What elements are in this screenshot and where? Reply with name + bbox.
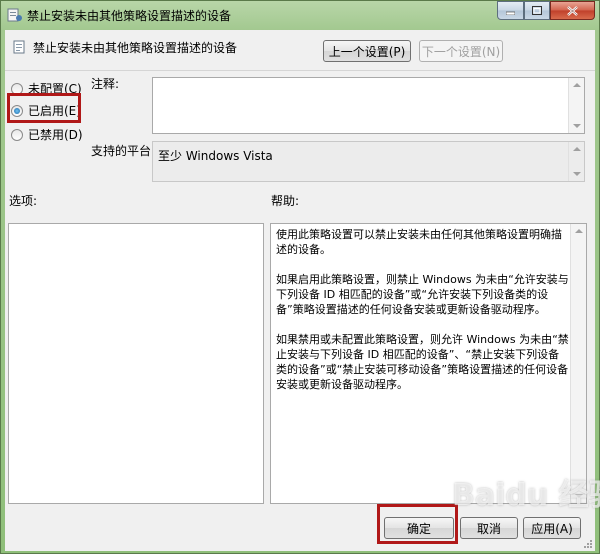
dialog-body: 禁止安装未由其他策略设置描述的设备 上一个设置(P) 下一个设置(N) 未配置(… <box>5 30 595 551</box>
window-title: 禁止安装未由其他策略设置描述的设备 <box>27 9 232 23</box>
options-label: 选项: <box>9 194 38 208</box>
help-text: 使用此策略设置可以禁止安装未由任何其他策略设置明确描述的设备。 如果启用此策略设… <box>276 227 570 407</box>
previous-setting-button[interactable]: 上一个设置(P) <box>323 40 411 62</box>
disabled-option[interactable]: 已禁用(D) <box>11 126 83 143</box>
title-bar[interactable]: 禁止安装未由其他策略设置描述的设备 <box>1 1 599 29</box>
close-icon <box>567 5 578 16</box>
resize-grip-icon[interactable] <box>583 539 593 549</box>
apply-button[interactable]: 应用(A) <box>523 517 581 539</box>
disabled-radio[interactable] <box>11 128 23 141</box>
maximize-button[interactable] <box>524 1 550 20</box>
scroll-up-icon[interactable] <box>575 229 583 233</box>
policy-title: 禁止安装未由其他策略设置描述的设备 <box>33 41 238 55</box>
supported-on-value: 至少 Windows Vista <box>158 149 273 163</box>
supported-scrollbar[interactable] <box>568 142 584 181</box>
help-label: 帮助: <box>271 194 300 208</box>
ok-highlight-box <box>377 504 458 544</box>
minimize-button[interactable] <box>497 1 524 20</box>
supported-on-field: 至少 Windows Vista <box>152 141 585 182</box>
enabled-highlight-box <box>7 93 81 123</box>
dialog-window: 禁止安装未由其他策略设置描述的设备 禁止安装未由其他策略设置描述的设备 上一个设… <box>0 0 600 554</box>
help-pane: 使用此策略设置可以禁止安装未由任何其他策略设置明确描述的设备。 如果启用此策略设… <box>270 223 587 504</box>
help-paragraph-2: 如果启用此策略设置，则禁止 Windows 为未由“允许安装与下列设备 ID 相… <box>276 273 569 316</box>
close-button[interactable] <box>550 1 595 20</box>
cancel-button[interactable]: 取消 <box>460 517 518 539</box>
options-pane <box>8 223 264 504</box>
next-setting-button[interactable]: 下一个设置(N) <box>419 40 503 62</box>
comment-scrollbar[interactable] <box>568 78 584 133</box>
scroll-down-icon[interactable] <box>573 124 581 128</box>
disabled-label: 已禁用(D) <box>28 128 83 142</box>
minimize-icon <box>506 11 515 15</box>
header-divider <box>5 70 595 71</box>
scroll-down-icon[interactable] <box>575 494 583 498</box>
comment-label: 注释: <box>91 77 120 91</box>
scroll-up-icon[interactable] <box>573 83 581 87</box>
help-paragraph-3: 如果禁用或未配置此策略设置，则允许 Windows 为未由“禁止安装与下列设备 … <box>276 333 569 391</box>
help-paragraph-1: 使用此策略设置可以禁止安装未由任何其他策略设置明确描述的设备。 <box>276 228 562 256</box>
maximize-icon <box>532 6 542 15</box>
supported-on-label: 支持的平台: <box>91 144 156 158</box>
setting-icon <box>13 40 25 54</box>
scroll-down-icon[interactable] <box>573 172 581 176</box>
policy-icon <box>7 8 22 22</box>
comment-textarea[interactable] <box>152 77 585 134</box>
scroll-up-icon[interactable] <box>573 147 581 151</box>
help-scrollbar[interactable] <box>570 224 586 503</box>
